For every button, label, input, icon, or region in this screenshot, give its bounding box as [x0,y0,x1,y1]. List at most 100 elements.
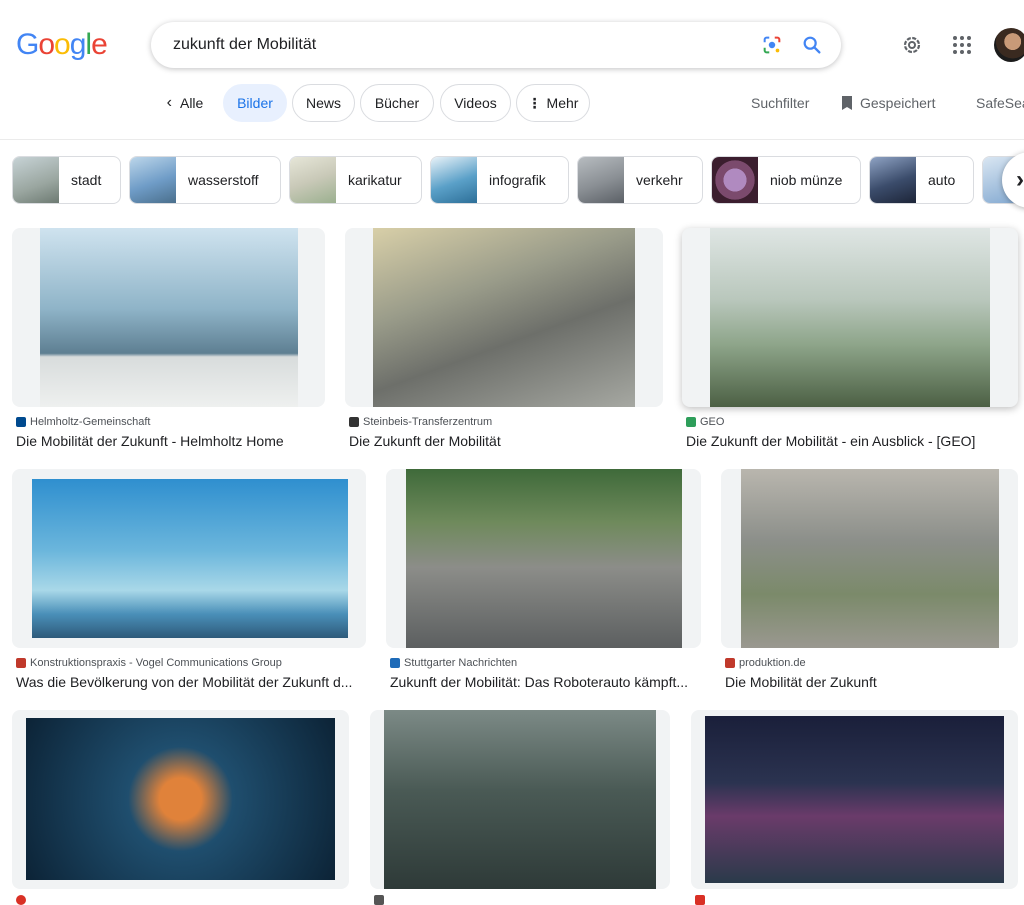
result-image[interactable] [705,716,1004,883]
chip-label: verkehr [636,172,683,188]
chip-thumbnail [290,157,336,203]
tab-buecher[interactable]: Bücher [360,84,434,122]
result-image[interactable] [32,479,348,638]
result-title[interactable]: Die Mobilität der Zukunft [725,674,1014,690]
image-result[interactable]: Helmholtz-Gemeinschaft Die Mobilität der… [12,228,325,449]
logo-letter: G [16,28,39,61]
apps-grid-icon[interactable] [950,33,974,57]
tab-label: Bücher [374,95,420,111]
source-label: GEO [700,416,725,428]
image-result[interactable] [691,710,1018,905]
result-image[interactable] [741,469,999,648]
more-vertical-icon: ⋮ [527,94,542,111]
suchfilter-link[interactable]: Suchfilter [751,95,809,111]
favicon-icon [16,895,26,905]
chip-label: wasserstoff [188,172,259,188]
result-source[interactable]: Konstruktionspraxis - Vogel Communicatio… [16,657,282,669]
tab-mehr[interactable]: ⋮ Mehr [516,84,590,122]
tab-bilder[interactable]: Bilder [223,84,287,122]
result-source[interactable]: produktion.de [725,657,806,669]
tab-label: Mehr [546,95,579,111]
result-title[interactable]: Zukunft der Mobilität: Das Roboterauto k… [390,674,697,690]
image-container [370,710,670,889]
chip-verkehr[interactable]: verkehr [577,156,703,204]
image-container [691,710,1018,889]
result-image[interactable] [384,710,656,889]
favicon-icon [16,658,26,668]
chip-wasserstoff[interactable]: wasserstoff [129,156,281,204]
result-image[interactable] [373,228,635,407]
result-source[interactable]: GEO [686,416,724,428]
result-source[interactable] [16,895,30,905]
chip-thumbnail [712,157,758,203]
chip-label: niob münze [770,172,843,188]
result-title[interactable]: Die Zukunft der Mobilität [349,433,659,449]
google-lens-icon[interactable] [761,34,783,56]
favicon-icon [374,895,384,905]
tab-back-alle[interactable]: ‹ Alle [150,84,220,122]
image-result[interactable]: Steinbeis-Transferzentrum Die Zukunft de… [345,228,663,449]
result-source[interactable] [695,895,709,905]
result-source[interactable] [374,895,388,905]
result-title[interactable]: Die Zukunft der Mobilität - ein Ausblick… [686,433,1014,449]
chip-label: infografik [489,172,546,188]
logo-letter: g [69,28,87,61]
chip-thumbnail [13,157,59,203]
source-label: Helmholtz-Gemeinschaft [30,416,151,428]
bookmark-icon [842,96,852,110]
search-icon[interactable] [801,34,823,56]
chip-niob-muenze[interactable]: niob münze [711,156,861,204]
image-result[interactable]: GEO Die Zukunft der Mobilität - ein Ausb… [682,228,1018,449]
gespeichert-link[interactable]: Gespeichert [840,95,935,111]
chip-thumbnail [130,157,176,203]
image-container [386,469,701,648]
logo-letter: e [91,28,108,61]
source-label: produktion.de [739,657,806,669]
image-container [682,228,1018,407]
favicon-icon [725,658,735,668]
account-avatar[interactable] [994,28,1024,62]
google-logo[interactable]: Google [16,28,108,62]
image-result[interactable]: Stuttgarter Nachrichten Zukunft der Mobi… [386,469,701,691]
image-result[interactable] [12,710,349,905]
tab-news[interactable]: News [292,84,355,122]
chevron-left-icon: ‹ [166,94,172,111]
search-input[interactable]: zukunft der Mobilität [173,36,316,54]
result-title[interactable]: Was die Bevölkerung von der Mobilität de… [16,674,362,690]
chip-infografik[interactable]: infografik [430,156,569,204]
result-title[interactable]: Die Mobilität der Zukunft - Helmholtz Ho… [16,433,321,449]
favicon-icon [16,417,26,427]
tab-label: News [305,95,341,111]
safesearch-link[interactable]: SafeSea [976,95,1024,111]
result-image[interactable] [406,469,682,648]
image-container [721,469,1018,648]
chip-karikatur[interactable]: karikatur [289,156,422,204]
source-label: Konstruktionspraxis - Vogel Communicatio… [30,657,282,669]
chip-auto[interactable]: auto [869,156,974,204]
chip-thumbnail [870,157,916,203]
result-image[interactable] [710,228,990,407]
result-image[interactable] [40,228,298,407]
search-box[interactable]: zukunft der Mobilität [151,22,841,68]
image-result[interactable]: Konstruktionspraxis - Vogel Communicatio… [12,469,366,691]
tab-videos[interactable]: Videos [440,84,511,122]
settings-gear-icon[interactable] [900,33,924,57]
gespeichert-label: Gespeichert [860,95,936,111]
tab-label: Videos [454,95,497,111]
favicon-icon [695,895,705,905]
result-source[interactable]: Steinbeis-Transferzentrum [349,416,492,428]
image-result[interactable] [370,710,670,905]
favicon-icon [349,417,359,427]
chip-label: auto [928,172,956,188]
result-image[interactable] [26,718,335,880]
image-container [12,469,366,648]
image-result[interactable]: produktion.de Die Mobilität der Zukunft [721,469,1018,691]
tab-label: Bilder [237,95,273,111]
favicon-icon [686,417,696,427]
chip-label: karikatur [348,172,402,188]
result-source[interactable]: Helmholtz-Gemeinschaft [16,416,150,428]
result-source[interactable]: Stuttgarter Nachrichten [390,657,517,669]
chip-stadt[interactable]: stadt [12,156,121,204]
chip-label: stadt [71,172,102,188]
source-label: Stuttgarter Nachrichten [404,657,518,669]
